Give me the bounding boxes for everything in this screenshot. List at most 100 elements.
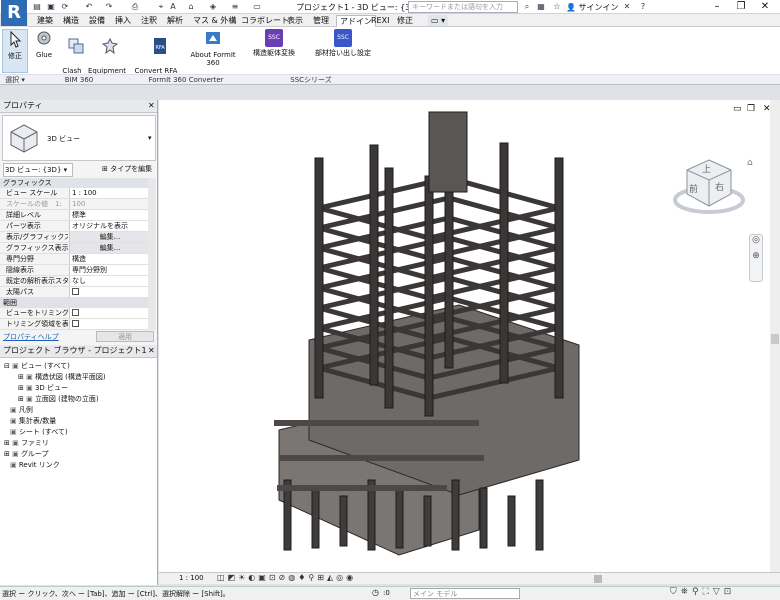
browser-item[interactable]: ⊞ ▣ 立面図 (建物の立面) xyxy=(18,394,99,404)
property-value[interactable]: オリジナルを表示 xyxy=(69,221,148,231)
subscription-icon[interactable]: ▦ xyxy=(536,2,546,12)
close-button[interactable]: ✕ xyxy=(754,0,776,14)
star-icon[interactable]: ☆ xyxy=(552,2,562,12)
maximize-button[interactable]: ❐ xyxy=(730,0,752,14)
category-graphics[interactable]: グラフィックス xyxy=(0,178,148,188)
group-select[interactable]: 選択 ▾ xyxy=(0,74,30,84)
browser-item[interactable]: ▣ 集計表/数量 xyxy=(10,416,56,426)
browser-item[interactable]: ⊞ ▣ グループ xyxy=(4,449,49,459)
modify-button[interactable]: 修正 xyxy=(2,29,28,73)
expand-icon[interactable]: ⊞ xyxy=(4,450,12,458)
property-value[interactable]: 1 : 100 xyxy=(69,188,148,198)
view-control-icons[interactable]: ◫◩☀◐▣⊡⊘◍♦⚲⊞◭◎◉ xyxy=(217,573,356,582)
browser-item[interactable]: ⊞ ▣ ファミリ xyxy=(4,438,49,448)
tab-4[interactable]: 注釈 xyxy=(138,15,160,26)
sun-path-checkbox[interactable] xyxy=(72,288,79,295)
browser-item[interactable]: ▣ シート (すべて) xyxy=(10,427,68,437)
structure-convert-button[interactable]: SSC 構造躯体変換 xyxy=(250,29,298,57)
crop-view-checkbox[interactable] xyxy=(69,308,148,318)
tab-11[interactable]: REXI xyxy=(368,15,392,26)
redo-icon[interactable]: ↷ xyxy=(104,2,114,12)
browser-item[interactable]: ⊞ ▣ 3D ビュー xyxy=(18,383,68,393)
open-icon[interactable]: ▤ xyxy=(32,2,42,12)
expand-icon[interactable]: ⊞ xyxy=(18,395,26,403)
tab-6[interactable]: マス & 外構 xyxy=(190,15,239,26)
ribbon-toggle-icon[interactable]: ▭ ▾ xyxy=(428,15,449,26)
zoom-icon[interactable]: ⊕ xyxy=(750,251,762,261)
type-selector[interactable]: 3D ビュー ▾ xyxy=(2,115,156,161)
sign-in-link[interactable]: 👤 サインイン xyxy=(566,2,619,13)
expand-icon[interactable]: ⊞ xyxy=(18,373,26,381)
property-value[interactable]: なし xyxy=(69,276,148,286)
property-value[interactable]: 標準 xyxy=(69,210,148,220)
view-scale[interactable]: 1 : 100 xyxy=(179,574,204,582)
text-icon[interactable]: A xyxy=(168,2,178,12)
horizontal-scroll-thumb[interactable] xyxy=(594,575,602,583)
tab-2[interactable]: 設備 xyxy=(86,15,108,26)
browser-item[interactable]: ⊟ ▣ ビュー (すべて) xyxy=(4,361,70,371)
section-icon[interactable]: ◈ xyxy=(208,2,218,12)
property-value[interactable]: 編集... xyxy=(69,232,148,242)
apply-button[interactable]: 適用 xyxy=(96,331,154,342)
minimize-button[interactable]: – xyxy=(706,0,728,14)
home-view-icon[interactable]: ⌂ xyxy=(747,158,753,168)
close-browser-icon[interactable]: ✕ xyxy=(148,345,155,357)
sign-in-label[interactable]: サインイン xyxy=(579,3,619,12)
viewport-restore-icon[interactable]: ❐ xyxy=(747,104,755,114)
tab-5[interactable]: 解析 xyxy=(164,15,186,26)
type-dropdown-icon[interactable]: ▾ xyxy=(148,134,152,142)
3d-view-icon[interactable]: ⌂ xyxy=(186,2,196,12)
measure-icon[interactable]: ⌖ xyxy=(156,2,166,12)
print-icon[interactable]: ⎙ xyxy=(130,2,140,12)
viewcube-right[interactable]: 右 xyxy=(715,180,724,193)
material-takeoff-settings-button[interactable]: SSC 部材拾い出し設定 xyxy=(312,29,374,57)
category-range[interactable]: 範囲 xyxy=(0,298,148,308)
sync-icon[interactable]: ⟳ xyxy=(60,2,70,12)
expand-icon[interactable]: ⊞ xyxy=(4,439,12,447)
switch-windows-icon[interactable]: ▭ xyxy=(252,2,262,12)
tab-3[interactable]: 挿入 xyxy=(112,15,134,26)
about-formit-button[interactable]: About FormIt 360 xyxy=(184,29,242,67)
vertical-scroll-thumb[interactable] xyxy=(771,334,779,344)
properties-help-link[interactable]: プロパティヘルプ xyxy=(3,332,59,342)
property-value[interactable]: 専門分野別 xyxy=(69,265,148,275)
exchange-icon[interactable]: ✕ xyxy=(622,2,632,12)
help-icon[interactable]: ? xyxy=(638,2,648,12)
property-value[interactable]: 編集... xyxy=(69,243,148,253)
instance-filter[interactable]: 3D ビュー: {3D} ▾ xyxy=(3,163,73,177)
save-icon[interactable]: ▣ xyxy=(46,2,56,12)
worksharing-icon[interactable]: ◷ xyxy=(372,588,379,597)
search-icon[interactable]: ⌕ xyxy=(522,2,532,12)
thin-lines-icon[interactable]: ≡ xyxy=(230,2,240,12)
expand-icon[interactable]: ⊞ xyxy=(18,384,26,392)
crop-visible-checkbox[interactable] xyxy=(69,319,148,329)
expand-icon[interactable]: ⊟ xyxy=(4,362,12,370)
property-value[interactable]: 構造 xyxy=(69,254,148,264)
tab-8[interactable]: 表示 xyxy=(284,15,306,26)
steering-wheel-icon[interactable]: ◎ xyxy=(750,235,762,245)
tab-12[interactable]: 修正 xyxy=(394,15,416,26)
selection-filter-icons[interactable]: ⛉⛯⚲⛶▽⊡ xyxy=(670,587,735,597)
viewcube-front[interactable]: 前 xyxy=(689,182,698,195)
browser-item[interactable]: ▣ 凡例 xyxy=(10,405,33,415)
property-value[interactable] xyxy=(69,287,148,297)
browser-item[interactable]: ⊞ ▣ 構造伏図 (構造平面図) xyxy=(18,372,106,382)
property-value[interactable]: 100 xyxy=(69,199,148,209)
close-properties-icon[interactable]: ✕ xyxy=(148,100,155,112)
viewcube-top[interactable]: 上 xyxy=(702,162,711,175)
browser-item[interactable]: ▣ Revit リンク xyxy=(10,460,60,470)
glue-button[interactable]: Glue xyxy=(32,29,56,59)
search-input[interactable]: キーワードまたは語句を入力 xyxy=(408,1,518,13)
vertical-scrollbar[interactable] xyxy=(770,100,780,572)
viewport-minimize-icon[interactable]: ▭ xyxy=(733,104,742,114)
undo-icon[interactable]: ↶ xyxy=(84,2,94,12)
property-key: 専門分野 xyxy=(6,255,34,263)
revit-app-button[interactable]: R xyxy=(1,0,27,26)
tab-0[interactable]: 建築 xyxy=(34,15,56,26)
properties-scrollbar[interactable] xyxy=(148,178,156,330)
edit-type-button[interactable]: ⊞ タイプを編集 xyxy=(102,163,156,175)
tab-1[interactable]: 構造 xyxy=(60,15,82,26)
3d-viewport[interactable]: ▭ ❐ ✕ 上 前 右 ⌂ ◎ ⊕ xyxy=(159,100,780,572)
tab-9[interactable]: 管理 xyxy=(310,15,332,26)
model-selector[interactable]: メイン モデル xyxy=(410,588,520,599)
